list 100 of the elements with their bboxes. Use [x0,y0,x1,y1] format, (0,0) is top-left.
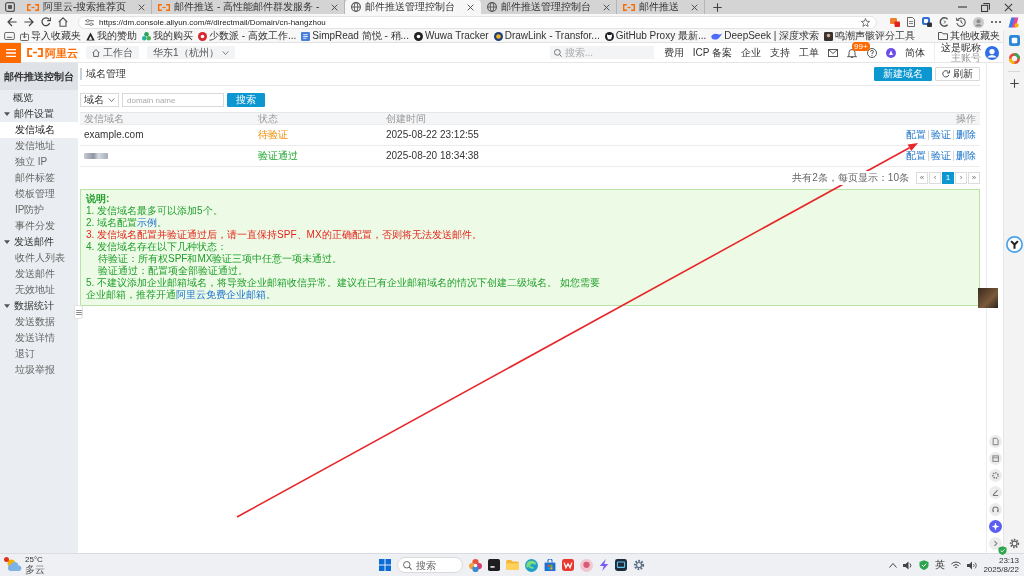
blossom-icon[interactable] [469,558,482,572]
sparkle-icon[interactable] [988,520,1002,533]
gear-icon[interactable] [988,469,1002,482]
swirl-icon[interactable] [525,558,538,572]
plus-icon[interactable] [1009,79,1019,88]
tile-app-icon[interactable] [1008,35,1020,46]
sidebar-group[interactable]: 发送邮件 [0,234,78,250]
terminal-icon[interactable] [488,559,500,571]
close-icon[interactable] [138,3,146,11]
notice-link[interactable]: 阿里云免费企业邮箱 [176,289,266,300]
language-link[interactable]: 简体 [905,46,925,59]
sidebar-item[interactable]: 发送邮件 [0,266,78,282]
sidebar-item[interactable]: 收件人列表 [0,250,78,266]
sidebar-group[interactable]: 数据统计 [0,298,78,314]
help-icon[interactable] [867,47,877,58]
calendar-icon[interactable] [988,452,1002,465]
bookmark-folder[interactable]: 其他收藏夹 [938,30,1000,42]
action-link[interactable]: 配置 [906,130,928,140]
action-link[interactable]: 配置 [906,151,928,161]
browser-tab[interactable]: 邮件推送管理控制台 [345,0,482,14]
menu-button[interactable] [0,42,21,63]
zigzag-tile-icon[interactable] [562,559,574,571]
bookmark[interactable]: 我的赞助 [86,30,137,42]
home-icon[interactable] [58,17,68,27]
bookmark[interactable]: 导入收藏夹 [20,30,81,42]
history-icon[interactable] [956,17,966,27]
shield-icon[interactable] [919,560,930,570]
wifi-icon[interactable] [951,561,962,569]
document-icon[interactable] [988,435,1002,448]
sidebar-item[interactable]: 垃圾举报 [0,362,78,378]
field-select[interactable]: 域名 [80,93,119,107]
sidebar-item[interactable]: 发送详情 [0,330,78,346]
start-icon[interactable] [379,559,391,571]
search-field[interactable]: 搜索... [549,46,654,59]
input-method-indicator[interactable]: 英 [935,559,946,571]
sidebar-item[interactable]: 邮件标签 [0,170,78,186]
circle-logo-icon[interactable] [1006,236,1023,253]
action-link[interactable]: 验证 [928,130,953,140]
bookmark[interactable]: SimpRead 简悦 - 稍... [301,30,409,42]
bookmark[interactable]: 我的购买 [142,30,193,42]
cloud-sun-icon[interactable] [6,559,22,571]
page-button[interactable]: « [916,172,928,184]
domain-search-field[interactable]: domain name [122,93,224,107]
bookmark[interactable]: DeepSeek | 深度求索 [711,30,820,42]
volume-icon[interactable] [967,560,978,570]
sidebar-toggle-button[interactable] [74,305,83,319]
back-arrow-icon[interactable] [7,17,17,27]
site-info-icon[interactable] [85,18,94,26]
monitor-app-icon[interactable] [615,559,627,571]
close-icon[interactable] [467,3,475,11]
refresh-button[interactable]: 刷新 [935,67,980,81]
bookmark[interactable]: 少数派 - 高效工作... [198,30,297,42]
sidebar-group[interactable]: 邮件设置 [0,106,78,122]
nav-link[interactable]: ICP 备案 [692,46,732,59]
document-icon[interactable] [907,17,915,27]
speaker-icon[interactable] [903,560,914,570]
pen-icon[interactable] [988,486,1002,499]
gear-icon[interactable] [1008,538,1020,549]
bookmark[interactable]: Wuwa Tracker [413,30,489,42]
tab-actions-icon[interactable] [5,2,15,12]
page-button[interactable]: › [955,172,967,184]
badge-app-icon[interactable] [922,17,932,27]
stripes-logo-icon[interactable] [1008,16,1019,28]
clock-date[interactable]: 2025/8/22 [983,565,1019,574]
sidebar-item[interactable]: 概览 [0,90,78,106]
c-shape-icon[interactable] [939,17,949,27]
action-link[interactable]: 删除 [953,130,976,140]
avatar-icon[interactable] [973,16,984,28]
ring-icon[interactable] [1008,53,1020,64]
close-icon[interactable] [1004,2,1013,12]
bell-icon[interactable] [847,47,857,58]
nav-link[interactable]: 费用 [663,46,684,59]
close-icon[interactable] [603,3,611,11]
sidebar-item[interactable]: 发送数据 [0,314,78,330]
bookmark[interactable]: GitHub Proxy 最新... [604,30,707,42]
page-button[interactable]: ‹ [929,172,941,184]
mail-icon[interactable] [828,48,838,57]
close-icon[interactable] [691,3,699,11]
tablet-icon[interactable] [4,32,15,40]
region-selector[interactable]: 华东1（杭州） [147,46,235,59]
page-button[interactable]: » [968,172,980,184]
round-app-icon[interactable] [580,558,593,572]
refresh-icon[interactable] [41,17,51,27]
shield-icon[interactable] [998,546,1007,555]
sidebar-item[interactable]: 退订 [0,346,78,362]
extension-icon[interactable] [890,17,900,27]
taskbar-search-field[interactable]: 搜索 [397,557,463,573]
sidebar-item[interactable]: 独立 IP [0,154,78,170]
nav-link[interactable]: 支持 [770,46,790,59]
forward-arrow-icon[interactable] [24,17,34,27]
avatar-icon[interactable] [985,45,999,60]
star-icon[interactable] [861,17,870,27]
address-field[interactable]: https://dm.console.aliyun.com/#/directmail/Domain/cn-hangzhou [78,15,877,29]
close-icon[interactable] [331,3,339,11]
chevron-right-icon[interactable] [988,537,1002,550]
sidebar-item[interactable]: 发信域名 [0,122,78,138]
gear-icon[interactable] [633,559,645,571]
workbench-button[interactable]: 工作台 [86,46,139,59]
clock-time[interactable]: 23:13 [998,556,1019,565]
sidebar-item[interactable]: 发信地址 [0,138,78,154]
